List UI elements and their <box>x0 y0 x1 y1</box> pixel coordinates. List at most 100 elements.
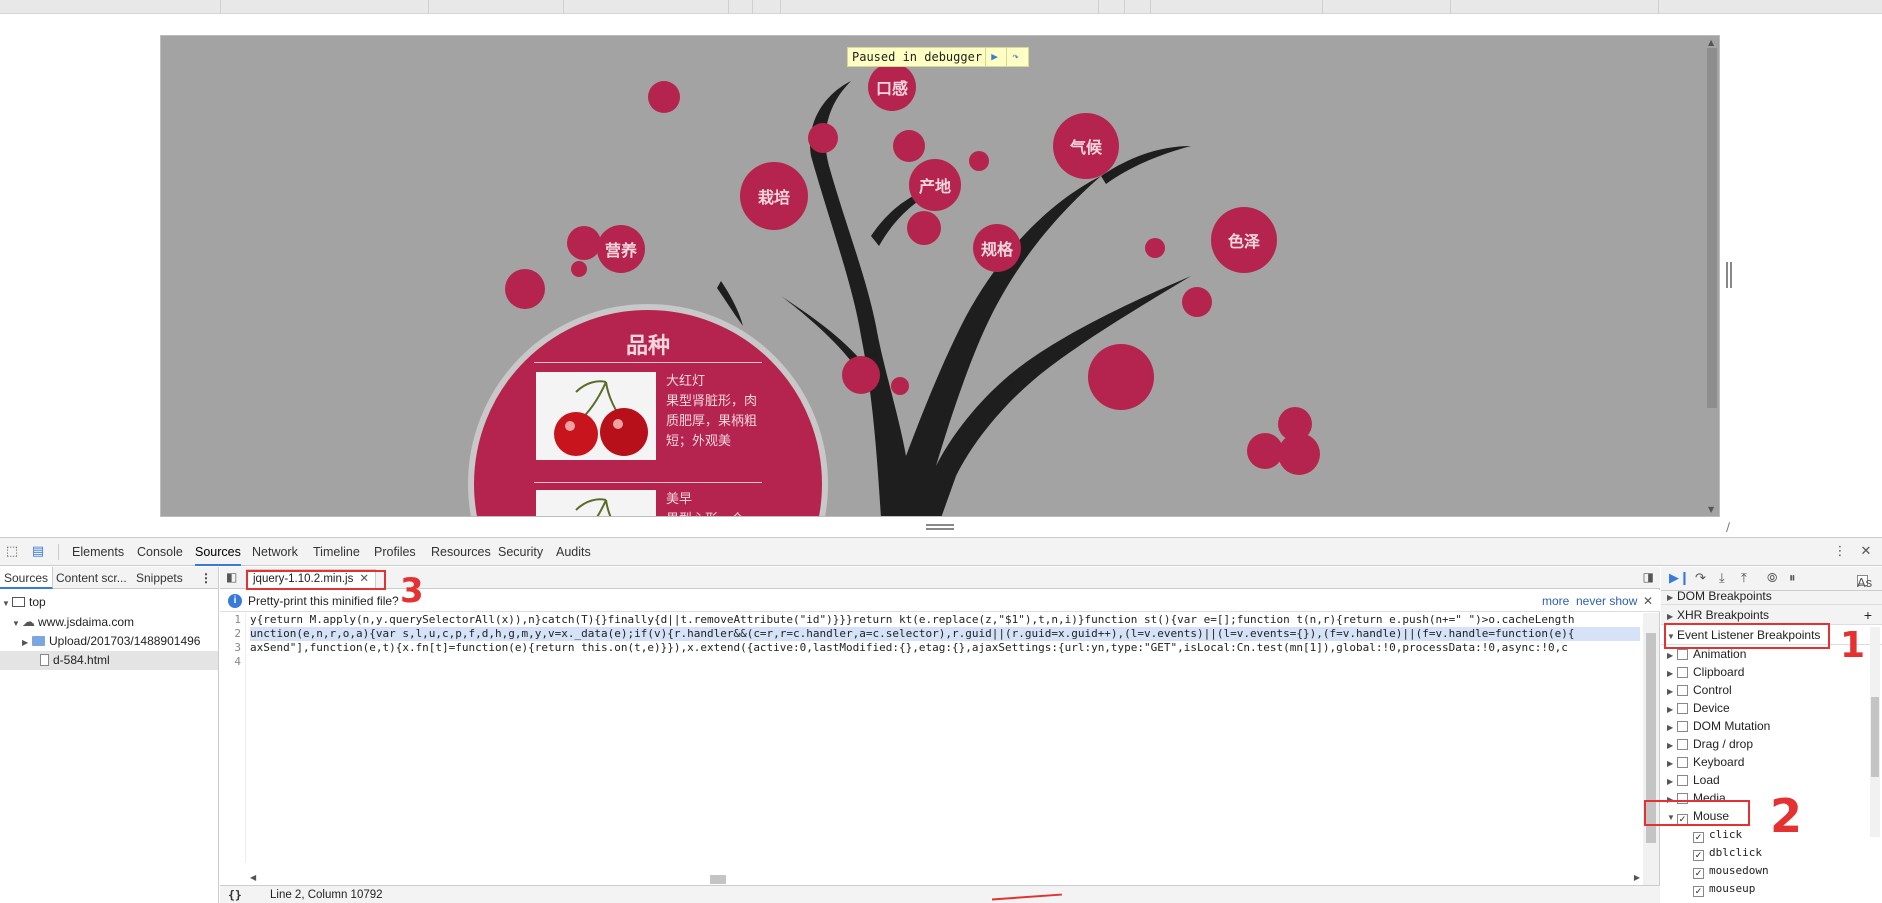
tab-console[interactable]: Console <box>137 538 183 566</box>
nav-tab-content-scripts[interactable]: Content scr... <box>52 567 131 589</box>
resize-corner-icon[interactable]: ∕ <box>1726 520 1730 534</box>
pretty-print-icon[interactable]: {} <box>228 886 242 903</box>
tree-file-label: d-584.html <box>53 653 110 667</box>
code-area[interactable]: 1234 y{return M.apply(n,y.querySelectorA… <box>220 613 1640 863</box>
folder-icon <box>32 636 45 646</box>
cherry-photo <box>536 490 656 516</box>
toggle-debugger-icon[interactable]: ◨ <box>1643 570 1654 584</box>
bubble-6[interactable]: 规格 <box>973 224 1021 272</box>
annotation-box-mouse <box>1644 800 1750 826</box>
tree-folder[interactable]: ▶ Upload/201703/1488901496 <box>22 632 200 651</box>
bubble-3[interactable]: 产地 <box>909 159 961 211</box>
section-dom-breakpoints[interactable]: ▶ DOM Breakpoints <box>1661 591 1882 605</box>
devtools-panel: ⬚ ▤ Elements Console Sources Network Timelin… <box>0 537 1882 903</box>
code-lines[interactable]: y{return M.apply(n,y.querySelectorAll(x)… <box>250 613 1640 669</box>
code-line[interactable]: axSend"],function(e,t){x.fn[t]=function(… <box>250 641 1640 655</box>
bubble-dot <box>907 211 941 245</box>
navigator-more-icon[interactable]: ⋮ <box>196 567 216 589</box>
pause-on-exceptions-icon[interactable]: ⏸ <box>1789 571 1796 586</box>
code-vertical-scrollbar[interactable] <box>1643 613 1659 885</box>
event-category-keyboard[interactable]: ▶ Keyboard <box>1661 753 1866 771</box>
navigator-pane: Sources Content scr... Snippets ⋮ ▼ top ▼… <box>0 567 219 903</box>
tab-security[interactable]: Security <box>498 538 543 566</box>
tab-network[interactable]: Network <box>252 538 298 566</box>
bubble-dot <box>1088 344 1154 410</box>
bubble-1[interactable]: 口感 <box>868 63 916 111</box>
tab-profiles[interactable]: Profiles <box>374 538 416 566</box>
infobar-more-link[interactable]: more <box>1542 590 1569 612</box>
event-category-dom-mutation[interactable]: ▶ DOM Mutation <box>1661 717 1866 735</box>
bubble-dot <box>891 377 909 395</box>
line-number[interactable]: 4 <box>220 655 241 669</box>
mouse-event-mousedown[interactable]: ✓ mousedown <box>1661 861 1866 879</box>
devtools-resize-handle[interactable] <box>926 524 954 530</box>
cloud-icon: ☁ <box>22 614 35 629</box>
bubble-4[interactable]: 栽培 <box>740 162 808 230</box>
tab-timeline[interactable]: Timeline <box>313 538 360 566</box>
line-number[interactable]: 1 <box>220 613 241 627</box>
bubble-dot <box>842 356 880 394</box>
event-category-device[interactable]: ▶ Device <box>1661 699 1866 717</box>
pause-resume-icon[interactable]: ▶❙ <box>1669 571 1690 586</box>
editor-statusbar: {} Line 2, Column 10792 <box>220 885 1660 903</box>
tree-file[interactable]: d-584.html <box>0 651 218 670</box>
code-line[interactable]: unction(e,n,r,o,a){var s,l,u,c,p,f,d,h,g… <box>250 627 1640 641</box>
annotation-box-event-listener <box>1664 623 1830 649</box>
event-category-drag-drop[interactable]: ▶ Drag / drop <box>1661 735 1866 753</box>
debugger-paused-text: Paused in debugger <box>852 50 983 64</box>
line-gutter: 1234 <box>220 613 246 863</box>
step-over-next-icon[interactable]: ↷ <box>1695 571 1706 586</box>
event-category-control[interactable]: ▶ Control <box>1661 681 1866 699</box>
navigator-tabs: Sources Content scr... Snippets ⋮ <box>0 567 218 589</box>
variety-card-title: 品种 <box>625 334 670 359</box>
tree-folder-label: Upload/201703/1488901496 <box>49 634 201 648</box>
mouse-event-click[interactable]: ✓ click <box>1661 825 1866 843</box>
line-number[interactable]: 2 <box>220 627 241 641</box>
tree-top[interactable]: ▼ top <box>2 593 46 612</box>
bubble-2[interactable]: 气候 <box>1053 113 1119 179</box>
tab-audits[interactable]: Audits <box>556 538 591 566</box>
device-mode-icon[interactable]: ▤ <box>30 544 46 560</box>
cherry-description: 果型心形，个 <box>666 510 758 516</box>
resume-icon[interactable]: ▶ <box>985 48 1003 66</box>
page-viewport: 口感 气候 产地 栽培 营养 规格 色泽 品种 大红灯 果型肾脏形，肉质肥厚，果柄粗短；外观美 美早… <box>160 35 1720 517</box>
close-devtools-icon[interactable]: ✕ <box>1858 544 1874 560</box>
event-category-clipboard[interactable]: ▶ Clipboard <box>1661 663 1866 681</box>
nav-tab-sources[interactable]: Sources <box>0 567 54 589</box>
tree-domain[interactable]: ▼ ☁ www.jsdaima.com <box>12 612 134 631</box>
tab-elements[interactable]: Elements <box>72 538 124 566</box>
add-xhr-breakpoint-icon[interactable]: + <box>1864 605 1872 625</box>
infobar-close-icon[interactable]: ✕ <box>1643 590 1653 612</box>
step-into-icon[interactable]: ⤓ <box>1719 571 1725 586</box>
mouse-event-dblclick[interactable]: ✓ dblclick <box>1661 843 1866 861</box>
inspect-element-icon[interactable]: ⬚ <box>4 544 20 560</box>
toggle-navigator-icon[interactable]: ◧ <box>226 570 237 584</box>
bubble-5[interactable]: 营养 <box>597 225 645 273</box>
tab-sources[interactable]: Sources <box>195 538 241 566</box>
devtools-menu-icon[interactable]: ⋮ <box>1832 544 1848 560</box>
bubble-dot <box>1278 433 1320 475</box>
event-category-load[interactable]: ▶ Load <box>1661 771 1866 789</box>
deactivate-breakpoints-icon[interactable]: ⦾ <box>1767 571 1777 586</box>
page-vertical-scrollbar[interactable]: ▲ ▼ <box>1705 36 1719 516</box>
line-number[interactable]: 3 <box>220 641 241 655</box>
section-xhr-breakpoints[interactable]: ▶ XHR Breakpoints + <box>1661 605 1882 625</box>
nav-tab-snippets[interactable]: Snippets <box>132 567 187 589</box>
bubble-7[interactable]: 色泽 <box>1211 207 1277 273</box>
cherry-description: 果型肾脏形，肉质肥厚，果柄粗短；外观美 <box>666 394 758 449</box>
code-line[interactable] <box>250 655 1640 669</box>
code-line[interactable]: y{return M.apply(n,y.querySelectorAll(x)… <box>250 613 1640 627</box>
cherry-tree-illustration <box>717 81 1191 516</box>
step-over-icon[interactable]: ↷ <box>1006 48 1024 66</box>
step-out-icon[interactable]: ⤒ <box>1741 571 1747 586</box>
tab-resources[interactable]: Resources <box>431 538 491 566</box>
screen: 口感 气候 产地 栽培 营养 规格 色泽 品种 大红灯 果型肾脏形，肉质肥厚，果柄粗短；外观美 美早… <box>0 0 1882 903</box>
debugger-sidebar: ▶❙ ↷ ⤓ ⤒ ⦾ ⏸ As ▶ DOM Breakpoints ▶ XHR Br… <box>1661 567 1882 903</box>
code-horizontal-scrollbar[interactable]: ◀ ▶ <box>250 873 1640 885</box>
sidebar-scrollbar[interactable] <box>1870 627 1880 837</box>
mouse-event-mouseup[interactable]: ✓ mouseup <box>1661 879 1866 897</box>
viewport-resize-grip[interactable] <box>1726 262 1732 288</box>
dom-breakpoints-label: DOM Breakpoints <box>1677 591 1772 603</box>
tree-top-label: top <box>29 595 46 609</box>
infobar-never-show-link[interactable]: never show <box>1576 590 1637 612</box>
